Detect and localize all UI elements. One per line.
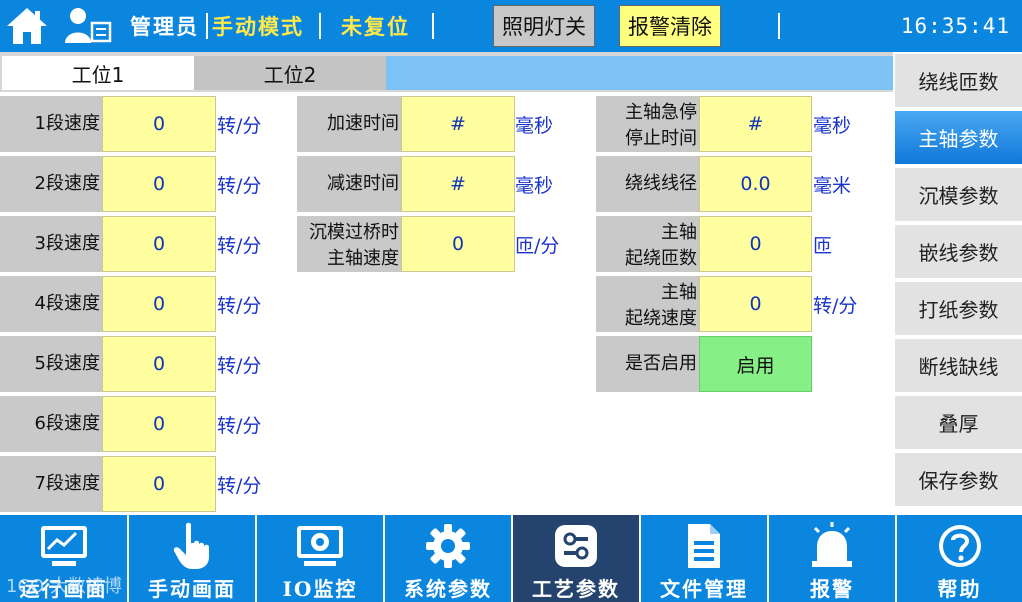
speed-2-input[interactable]: 0 xyxy=(102,156,216,212)
speed-1-label: 1段速度 xyxy=(0,96,102,152)
decel-time-label: 减速时间 xyxy=(297,156,401,212)
speed-7-input[interactable]: 0 xyxy=(102,456,216,512)
nav-manual-screen-label: 手动画面 xyxy=(148,577,236,601)
nav-system-params[interactable]: 系统参数 xyxy=(383,515,511,602)
header-divider xyxy=(778,13,780,39)
nav-io-monitor[interactable]: IO监控 xyxy=(255,515,383,602)
spindle-start-turns-label-line1: 主轴 xyxy=(661,222,697,243)
speed-3-label: 3段速度 xyxy=(0,216,102,272)
spindle-start-turns-unit: 匝 xyxy=(813,234,833,257)
spindle-estop-time-label-line1: 主轴急停 xyxy=(625,102,697,123)
speed-4-input[interactable]: 0 xyxy=(102,276,216,332)
watermark: 1CO 大数读博 xyxy=(6,576,122,597)
nav-file-manager-label: 文件管理 xyxy=(660,577,748,601)
menu-sink-params[interactable]: 沉模参数 xyxy=(895,168,1022,223)
sink-bridge-speed-label-line2: 主轴速度 xyxy=(327,248,399,269)
nav-manual-screen[interactable]: 手动画面 xyxy=(127,515,255,602)
speed-4-unit: 转/分 xyxy=(217,294,262,317)
speed-2-label: 2段速度 xyxy=(0,156,102,212)
speed-5-label: 5段速度 xyxy=(0,336,102,392)
decel-time-input[interactable]: # xyxy=(401,156,515,212)
alarm-clear-button[interactable]: 报警清除 xyxy=(619,5,721,47)
speed-3-unit: 转/分 xyxy=(217,234,262,257)
menu-stack-thickness[interactable]: 叠厚 xyxy=(895,396,1022,451)
spindle-estop-time-unit: 毫秒 xyxy=(813,114,852,137)
speed-6-input[interactable]: 0 xyxy=(102,396,216,452)
io-monitor-icon xyxy=(257,521,383,571)
document-icon xyxy=(641,521,767,571)
sliders-icon xyxy=(513,521,639,571)
speed-1-input[interactable]: 0 xyxy=(102,96,216,152)
speed-4-label: 4段速度 xyxy=(0,276,102,332)
header-divider xyxy=(206,13,208,39)
mode-indicator: 手动模式 xyxy=(212,14,304,39)
alarm-bell-icon xyxy=(769,521,895,571)
wire-diameter-unit: 毫米 xyxy=(813,174,852,197)
tab-station-1[interactable]: 工位1 xyxy=(2,56,194,90)
sink-bridge-speed-input[interactable]: 0 xyxy=(401,216,515,272)
menu-save-params[interactable]: 保存参数 xyxy=(895,453,1022,508)
help-icon xyxy=(897,521,1022,571)
menu-insert-params[interactable]: 嵌线参数 xyxy=(895,225,1022,280)
menu-spindle-params[interactable]: 主轴参数 xyxy=(895,111,1022,166)
spindle-start-turns-input[interactable]: 0 xyxy=(699,216,812,272)
nav-help-label: 帮助 xyxy=(937,577,982,601)
speed-1-unit: 转/分 xyxy=(217,114,262,137)
accel-time-unit: 毫秒 xyxy=(515,114,554,137)
nav-alarm-label: 报警 xyxy=(810,577,854,601)
nav-file-manager[interactable]: 文件管理 xyxy=(639,515,767,602)
speed-3-input[interactable]: 0 xyxy=(102,216,216,272)
spindle-estop-time-label-line2: 停止时间 xyxy=(625,128,697,149)
user-role-label: 管理员 xyxy=(130,14,199,39)
menu-paper-params[interactable]: 打纸参数 xyxy=(895,282,1022,337)
enable-label: 是否启用 xyxy=(596,336,699,392)
speed-2-unit: 转/分 xyxy=(217,174,262,197)
home-icon[interactable] xyxy=(4,4,50,48)
spindle-start-turns-label-line2: 起绕匝数 xyxy=(625,248,697,269)
gear-icon xyxy=(385,521,511,571)
lighting-toggle-button[interactable]: 照明灯关 xyxy=(493,5,595,47)
hand-pointer-icon xyxy=(129,521,255,571)
spindle-start-speed-unit: 转/分 xyxy=(813,294,858,317)
speed-6-label: 6段速度 xyxy=(0,396,102,452)
speed-6-unit: 转/分 xyxy=(217,414,262,437)
nav-process-params[interactable]: 工艺参数 xyxy=(511,515,639,602)
menu-wire-break[interactable]: 断线缺线 xyxy=(895,339,1022,394)
spindle-start-speed-label: 主轴 起绕速度 xyxy=(596,276,699,332)
spindle-estop-time-label: 主轴急停 停止时间 xyxy=(596,96,699,152)
spindle-start-speed-input[interactable]: 0 xyxy=(699,276,812,332)
nav-system-params-label: 系统参数 xyxy=(404,577,492,601)
user-icon[interactable] xyxy=(62,5,114,47)
speed-5-input[interactable]: 0 xyxy=(102,336,216,392)
header-divider xyxy=(432,13,434,39)
menu-winding-turns[interactable]: 绕线匝数 xyxy=(895,54,1022,109)
sink-bridge-speed-label: 沉模过桥时 主轴速度 xyxy=(297,216,401,272)
spindle-start-speed-label-line2: 起绕速度 xyxy=(625,308,697,329)
nav-alarm[interactable]: 报警 xyxy=(767,515,895,602)
wire-diameter-label: 绕线线径 xyxy=(596,156,699,212)
wire-diameter-input[interactable]: 0.0 xyxy=(699,156,812,212)
accel-time-input[interactable]: # xyxy=(401,96,515,152)
nav-io-monitor-label: IO监控 xyxy=(282,577,358,601)
accel-time-label: 加速时间 xyxy=(297,96,401,152)
spindle-estop-time-input[interactable]: # xyxy=(699,96,812,152)
hmi-screen: 管理员 手动模式 未复位 照明灯关 报警清除 16:35:41 工位1 工位2 … xyxy=(0,0,1022,602)
sink-bridge-speed-unit: 匝/分 xyxy=(515,234,560,257)
speed-7-unit: 转/分 xyxy=(217,474,262,497)
reset-status-indicator: 未复位 xyxy=(341,14,410,39)
chart-monitor-icon xyxy=(0,521,127,571)
decel-time-unit: 毫秒 xyxy=(515,174,554,197)
spindle-start-speed-label-line1: 主轴 xyxy=(661,282,697,303)
nav-help[interactable]: 帮助 xyxy=(895,515,1022,602)
clock-display: 16:35:41 xyxy=(900,14,1010,38)
speed-5-unit: 转/分 xyxy=(217,354,262,377)
tab-station-2[interactable]: 工位2 xyxy=(194,56,386,90)
enable-toggle-button[interactable]: 启用 xyxy=(699,336,812,392)
nav-process-params-label: 工艺参数 xyxy=(532,577,620,601)
spindle-start-turns-label: 主轴 起绕匝数 xyxy=(596,216,699,272)
tab-bar-filler xyxy=(386,56,893,90)
header-divider xyxy=(319,13,321,39)
speed-7-label: 7段速度 xyxy=(0,456,102,512)
sink-bridge-speed-label-line1: 沉模过桥时 xyxy=(309,222,399,243)
